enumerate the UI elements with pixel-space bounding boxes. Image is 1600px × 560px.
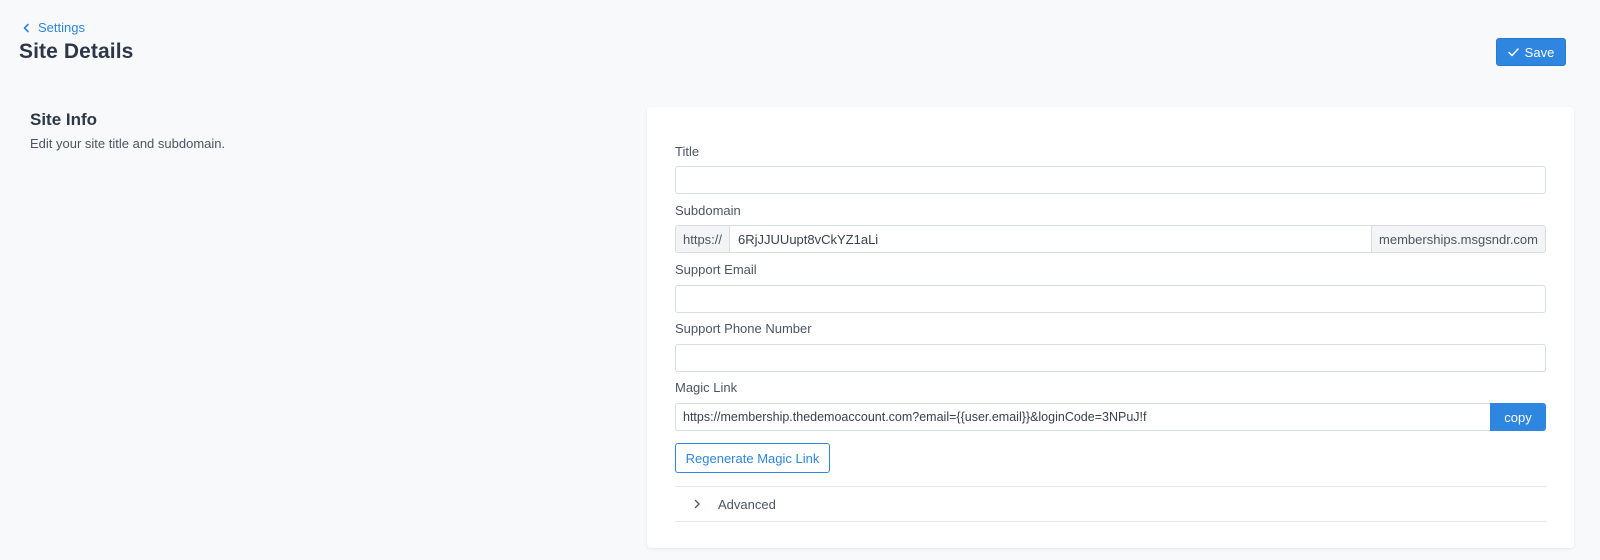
check-icon [1507, 47, 1519, 56]
advanced-label: Advanced [718, 496, 776, 512]
subdomain-input[interactable] [730, 226, 1372, 252]
magic-link-input[interactable] [675, 403, 1490, 431]
copy-magic-link-button[interactable]: copy [1490, 403, 1546, 431]
site-details-page: Settings Site Details Save Site Info Edi… [0, 0, 1600, 560]
support-email-label: Support Email [675, 262, 757, 277]
title-label: Title [675, 144, 700, 159]
page-title: Site Details [19, 40, 134, 63]
title-input[interactable] [675, 166, 1546, 194]
support-phone-label: Support Phone Number [675, 321, 812, 336]
regenerate-magic-link-button[interactable]: Regenerate Magic Link [675, 443, 830, 473]
support-phone-input[interactable] [675, 344, 1546, 372]
chevron-left-icon [23, 23, 29, 32]
save-button-label: Save [1524, 44, 1555, 60]
advanced-divider-bottom [675, 521, 1546, 522]
section-description: Edit your site title and subdomain. [30, 136, 226, 151]
subdomain-label: Subdomain [675, 203, 741, 218]
section-title: Site Info [30, 110, 98, 129]
back-to-settings-link[interactable]: Settings [22, 20, 85, 35]
save-button[interactable]: Save [1496, 38, 1566, 66]
advanced-toggle[interactable]: Advanced [675, 487, 1546, 521]
subdomain-suffix: memberships.msgsndr.com [1371, 226, 1545, 252]
subdomain-prefix: https:// [676, 226, 731, 252]
magic-link-input-group: copy [675, 403, 1546, 431]
subdomain-input-group: https:// memberships.msgsndr.com [675, 225, 1546, 253]
support-email-input[interactable] [675, 285, 1546, 313]
back-link-label: Settings [38, 20, 85, 35]
magic-link-label: Magic Link [675, 380, 738, 395]
site-info-section: Site Info Edit your site title and subdo… [30, 110, 225, 151]
site-info-card: Title Subdomain https:// memberships.msg… [647, 107, 1574, 548]
chevron-right-icon [694, 499, 700, 509]
